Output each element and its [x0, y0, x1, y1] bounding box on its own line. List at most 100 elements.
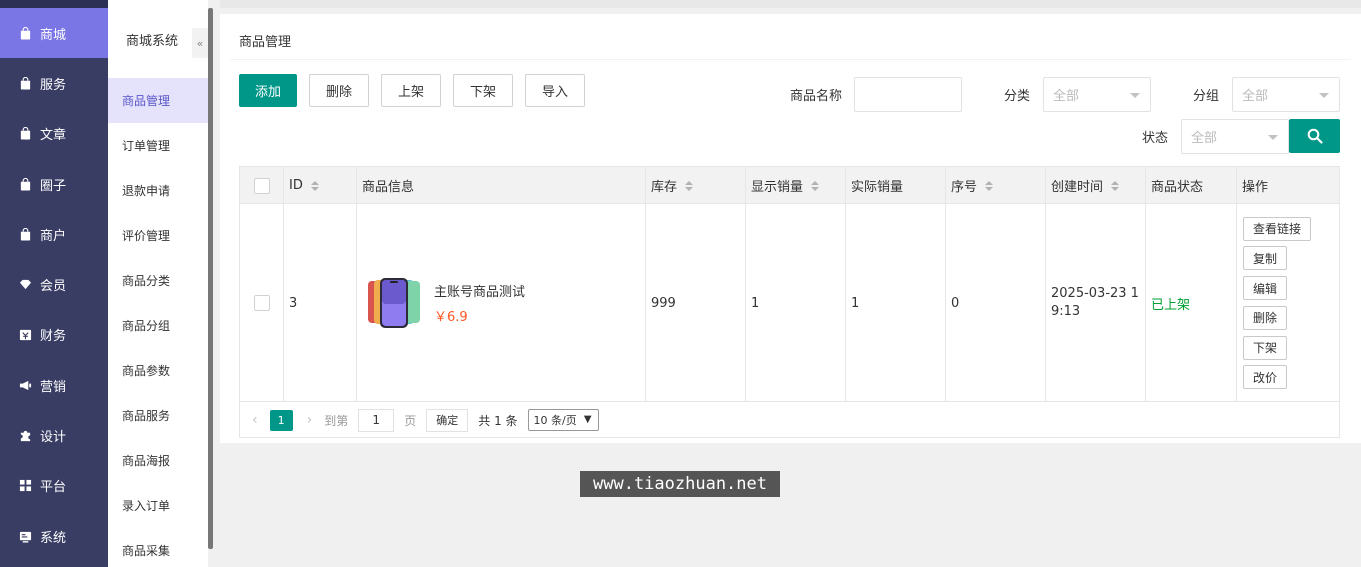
- subnav-item-1[interactable]: 订单管理: [108, 123, 208, 168]
- nav-item-6[interactable]: 财务: [0, 310, 108, 360]
- nav-item-7[interactable]: 营销: [0, 360, 108, 410]
- caret-down-icon: [1130, 93, 1140, 98]
- header-id[interactable]: ID: [284, 167, 357, 204]
- header-order[interactable]: 序号: [946, 167, 1046, 204]
- subnav-item-10[interactable]: 商品采集: [108, 528, 208, 567]
- row-select-cell: [240, 204, 284, 402]
- on-shelf-button[interactable]: 上架: [381, 74, 441, 107]
- product-name: 主账号商品测试: [434, 285, 526, 300]
- content-card: 商品管理 添加 删除 上架 下架 导入 商品名称 分类 全部 分组 全部 状态 …: [220, 14, 1361, 443]
- group-select-value: 全部: [1242, 89, 1269, 104]
- caret-down-icon: [1268, 135, 1278, 140]
- subnav-item-8[interactable]: 商品海报: [108, 438, 208, 483]
- import-button[interactable]: 导入: [525, 74, 585, 107]
- nav-item-label: 财务: [40, 329, 67, 345]
- product-thumbnail[interactable]: [366, 277, 422, 329]
- total-count: 共 1 条: [478, 413, 518, 428]
- header-created-label: 创建时间: [1051, 180, 1104, 195]
- status-select[interactable]: 全部: [1181, 119, 1289, 154]
- view-link-button[interactable]: 查看链接: [1243, 216, 1312, 241]
- current-page[interactable]: 1: [269, 409, 293, 431]
- product-price: ￥6.9: [434, 310, 468, 325]
- header-stock[interactable]: 库存: [646, 167, 746, 204]
- category-filter-label: 分类: [1004, 89, 1031, 104]
- nav-item-label: 服务: [40, 77, 67, 93]
- subnav-item-0[interactable]: 商品管理: [108, 78, 208, 123]
- secondary-sidebar: 商城系统 商品管理 订单管理 退款申请 评价管理 商品分类 商品分组 商品参数 商品服务 商品海…: [108, 0, 208, 567]
- delete-button[interactable]: 删除: [309, 74, 369, 107]
- off-shelf-button[interactable]: 下架: [453, 74, 513, 107]
- nav-item-label: 圈子: [40, 178, 67, 194]
- nav-item-10[interactable]: 系统: [0, 511, 108, 561]
- cell-actions: 查看链接 复制 编辑 删除 下架 改价: [1237, 204, 1340, 402]
- collapse-sidebar-button[interactable]: «: [192, 28, 208, 58]
- name-filter-input[interactable]: [854, 77, 962, 112]
- goto-page-input[interactable]: 1: [358, 408, 395, 432]
- per-page-value: 10 条/页: [533, 414, 577, 427]
- goto-confirm-button[interactable]: 确定: [426, 408, 469, 432]
- nav-item-0[interactable]: 商城: [0, 8, 108, 59]
- row-off-shelf-button[interactable]: 下架: [1243, 335, 1288, 360]
- subnav-item-2[interactable]: 退款申请: [108, 168, 208, 213]
- prev-page-icon[interactable]: ‹: [252, 412, 258, 428]
- table-header: ID 商品信息 库存 显示销量 实际销量 序号 创建时间 商品状态 操作: [240, 167, 1339, 204]
- nav-item-9[interactable]: 平台: [0, 461, 108, 511]
- per-page-select[interactable]: 10 条/页 ▼: [527, 409, 599, 431]
- cell-status: 已上架: [1146, 204, 1237, 402]
- sort-icon[interactable]: [685, 180, 694, 191]
- nav-item-2[interactable]: 文章: [0, 109, 108, 159]
- sidebar-top-strip: [0, 0, 108, 8]
- subnav-item-6[interactable]: 商品参数: [108, 348, 208, 393]
- subnav-item-5[interactable]: 商品分组: [108, 303, 208, 348]
- nav-item-3[interactable]: 圈子: [0, 159, 108, 209]
- pagination: ‹ 1 › 到第 1 页 确定 共 1 条 10 条/页 ▼: [240, 402, 1339, 438]
- header-created[interactable]: 创建时间: [1046, 167, 1146, 204]
- header-actions: 操作: [1237, 167, 1340, 204]
- cell-actual-sales: 1: [846, 204, 946, 402]
- subnav-item-9[interactable]: 录入订单: [108, 483, 208, 528]
- sort-icon[interactable]: [985, 180, 994, 191]
- nav-item-label: 商户: [40, 228, 67, 244]
- next-page-icon[interactable]: ›: [307, 412, 313, 428]
- nav-item-label: 会员: [40, 279, 67, 295]
- category-select-value: 全部: [1053, 89, 1080, 104]
- header-display-sales[interactable]: 显示销量: [746, 167, 846, 204]
- group-select[interactable]: 全部: [1232, 77, 1340, 112]
- row-delete-button[interactable]: 删除: [1243, 305, 1288, 330]
- subnav-item-7[interactable]: 商品服务: [108, 393, 208, 438]
- cell-order: 0: [946, 204, 1046, 402]
- name-filter-label: 商品名称: [790, 89, 843, 104]
- nav-item-1[interactable]: 服务: [0, 58, 108, 108]
- header-actual-sales: 实际销量: [846, 167, 946, 204]
- add-button[interactable]: 添加: [239, 74, 297, 107]
- header-product-info: 商品信息: [357, 167, 646, 204]
- change-price-button[interactable]: 改价: [1243, 365, 1288, 390]
- subnav-item-4[interactable]: 商品分类: [108, 258, 208, 303]
- subnav-item-3[interactable]: 评价管理: [108, 213, 208, 258]
- nav-item-label: 系统: [40, 530, 67, 546]
- title-divider: [230, 59, 1351, 60]
- nav-item-5[interactable]: 会员: [0, 259, 108, 309]
- sort-icon[interactable]: [811, 180, 820, 191]
- copy-button[interactable]: 复制: [1243, 246, 1288, 271]
- cell-id: 3: [284, 204, 357, 402]
- chevron-down-icon: ▼: [583, 414, 592, 425]
- edit-button[interactable]: 编辑: [1243, 276, 1288, 301]
- bag-icon: [18, 76, 32, 90]
- grid-icon: [18, 479, 32, 493]
- top-strip: [220, 0, 1361, 8]
- sort-icon[interactable]: [310, 180, 319, 191]
- bag-icon: [18, 127, 32, 141]
- bag-icon: [18, 177, 32, 191]
- row-checkbox[interactable]: [254, 295, 270, 311]
- product-table: ID 商品信息 库存 显示销量 实际销量 序号 创建时间 商品状态 操作 3 主…: [239, 166, 1340, 438]
- sort-icon[interactable]: [1111, 180, 1120, 191]
- nav-item-8[interactable]: 设计: [0, 410, 108, 460]
- sidebar-scrollbar[interactable]: [208, 8, 213, 549]
- select-all-checkbox[interactable]: [254, 177, 270, 194]
- search-button[interactable]: [1289, 119, 1340, 153]
- nav-item-4[interactable]: 商户: [0, 209, 108, 259]
- cell-created: 2025-03-23 19:13: [1046, 204, 1146, 402]
- goto-label: 到第: [324, 413, 349, 428]
- category-select[interactable]: 全部: [1043, 77, 1151, 112]
